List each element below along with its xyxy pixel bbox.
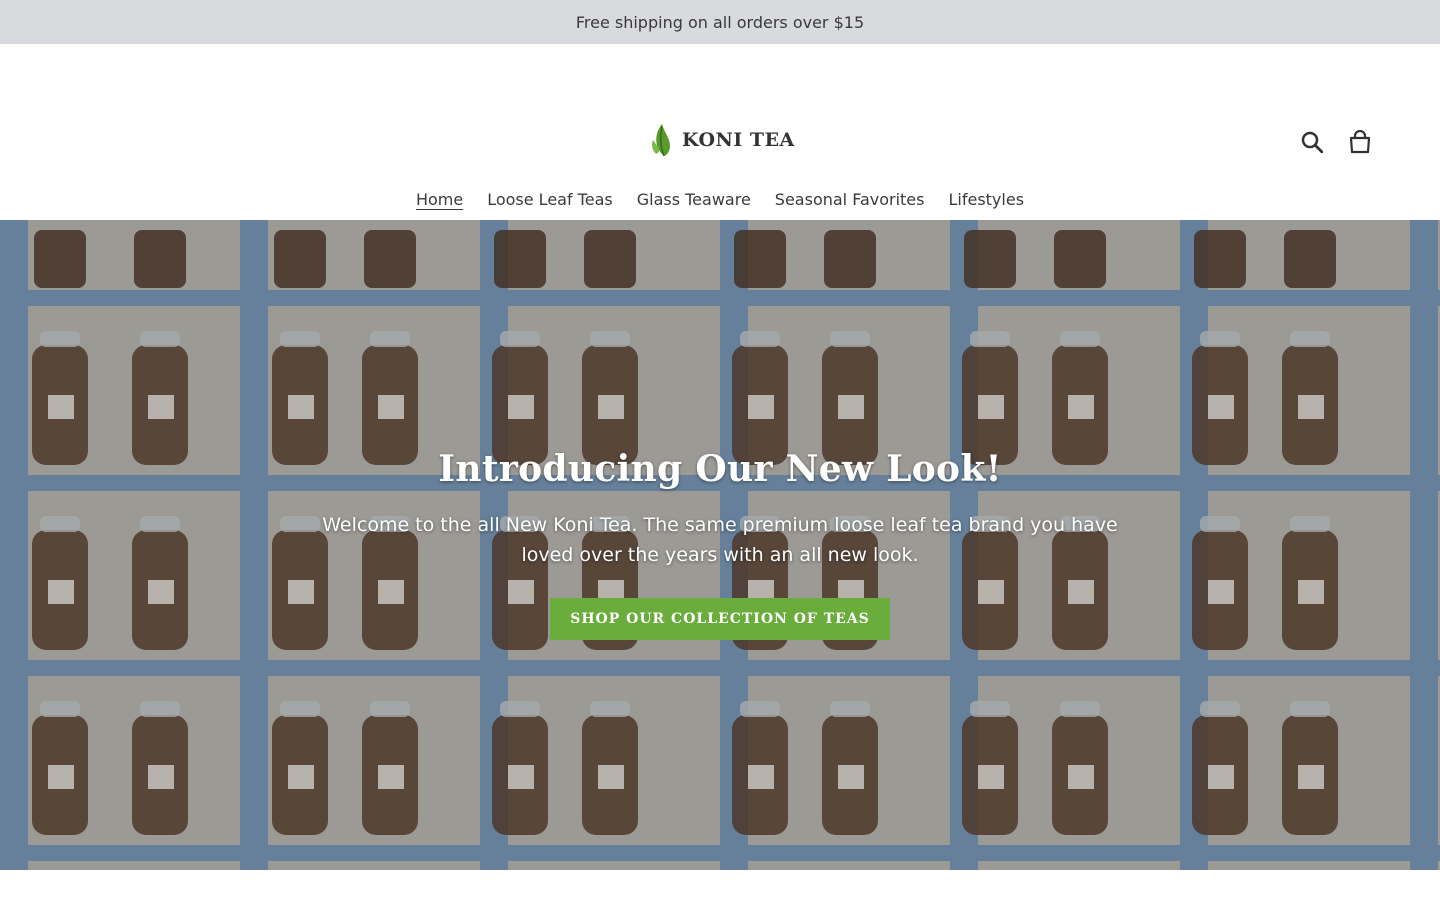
search-icon[interactable] (1300, 128, 1324, 156)
logo[interactable]: KONI TEA (650, 122, 795, 158)
hero-description: Welcome to the all New Koni Tea. The sam… (322, 514, 1118, 566)
site-header: KONI TEA Home Loose Leaf Teas Glass Teaw… (0, 44, 1440, 220)
nav-item-home[interactable]: Home (416, 190, 463, 209)
announcement-bar: Free shipping on all orders over $15 (0, 0, 1440, 44)
leaf-logo-icon (652, 124, 670, 157)
nav-item-lifestyles[interactable]: Lifestyles (948, 190, 1024, 209)
logo-text: KONI TEA (682, 129, 795, 151)
shop-collection-button[interactable]: SHOP OUR COLLECTION OF TEAS (550, 598, 890, 640)
hero-content: Introducing Our New Look! Welcome to the… (0, 448, 1440, 640)
nav-item-glass-teaware[interactable]: Glass Teaware (637, 190, 751, 209)
announcement-text: Free shipping on all orders over $15 (575, 12, 865, 32)
nav-item-seasonal-favorites[interactable]: Seasonal Favorites (775, 190, 925, 209)
nav-item-loose-leaf-teas[interactable]: Loose Leaf Teas (487, 190, 613, 209)
main-nav: Home Loose Leaf Teas Glass Teaware Seaso… (0, 190, 1440, 209)
cart-icon[interactable] (1348, 128, 1372, 156)
hero-banner: Introducing Our New Look! Welcome to the… (0, 220, 1440, 870)
hero-title: Introducing Our New Look! (438, 448, 1002, 490)
